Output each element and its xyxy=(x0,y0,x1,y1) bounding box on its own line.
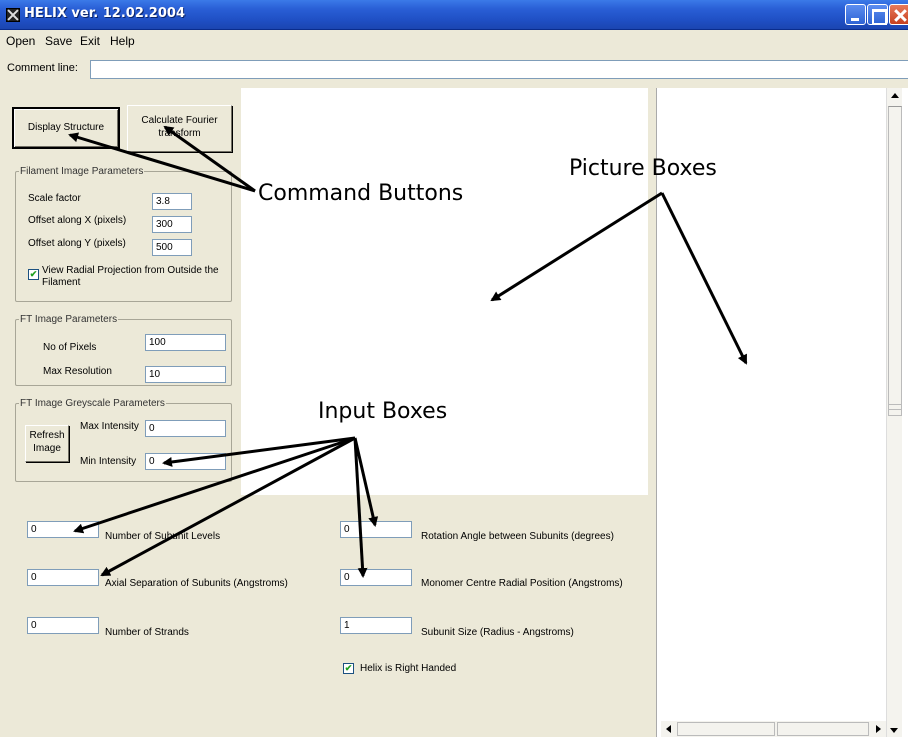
comment-line-input[interactable] xyxy=(90,60,908,79)
no-of-pixels-label: No of Pixels xyxy=(43,342,97,353)
menu-help[interactable]: Help xyxy=(110,34,135,48)
scroll-left-arrow-icon[interactable] xyxy=(661,721,677,737)
menu-open[interactable]: Open xyxy=(6,34,35,48)
max-intensity-label: Max Intensity xyxy=(80,421,139,432)
min-intensity-label: Min Intensity xyxy=(80,456,137,467)
offset-x-input[interactable]: 300 xyxy=(152,216,192,233)
horizontal-scroll-thumb[interactable] xyxy=(677,722,775,736)
offset-x-label: Offset along X (pixels) xyxy=(28,215,127,226)
vertical-scroll-thumb[interactable] xyxy=(888,404,902,410)
menu-exit[interactable]: Exit xyxy=(80,34,100,48)
filament-group-legend: Filament Image Parameters xyxy=(20,166,144,177)
scroll-right-arrow-icon[interactable] xyxy=(870,721,886,737)
radial-position-label: Monomer Centre Radial Position (Angstrom… xyxy=(421,578,623,589)
menu-save[interactable]: Save xyxy=(45,34,72,48)
app-icon xyxy=(6,8,20,22)
max-resolution-input[interactable]: 10 xyxy=(145,366,226,383)
vertical-scrollbar[interactable] xyxy=(886,88,902,737)
display-structure-label: Display Structure xyxy=(27,122,105,133)
close-button[interactable] xyxy=(889,4,908,25)
horizontal-scroll-track[interactable] xyxy=(777,722,869,736)
offset-y-label: Offset along Y (pixels) xyxy=(28,238,126,249)
scroll-up-arrow-icon[interactable] xyxy=(887,88,903,104)
right-handed-label: Helix is Right Handed xyxy=(360,663,457,674)
structure-picture-box[interactable] xyxy=(241,88,648,495)
fourier-picture-box[interactable] xyxy=(656,88,908,737)
number-of-strands-label: Number of Strands xyxy=(105,627,189,638)
no-of-pixels-input[interactable]: 100 xyxy=(145,334,226,351)
min-intensity-input[interactable]: 0 xyxy=(145,453,226,470)
max-resolution-label: Max Resolution xyxy=(43,366,112,377)
subunit-size-input[interactable]: 1 xyxy=(340,617,412,634)
offset-y-input[interactable]: 500 xyxy=(152,239,192,256)
subunit-levels-label: Number of Subunit Levels xyxy=(105,531,221,542)
minimize-button[interactable] xyxy=(845,4,866,25)
window-title: HELIX ver. 12.02.2004 xyxy=(24,6,185,21)
refresh-image-button[interactable]: Refresh Image xyxy=(25,425,69,462)
comment-line-label: Comment line: xyxy=(7,62,78,74)
command-buttons-annotation: Command Buttons xyxy=(258,181,464,206)
scroll-down-arrow-icon[interactable] xyxy=(886,722,902,737)
radial-projection-checkbox[interactable]: ✔ xyxy=(28,269,39,280)
ft-params-legend: FT Image Parameters xyxy=(20,314,118,325)
scale-factor-input[interactable]: 3.8 xyxy=(152,193,192,210)
title-bar[interactable]: HELIX ver. 12.02.2004 xyxy=(0,0,908,30)
helix-window: HELIX ver. 12.02.2004 Open Save Exit Hel… xyxy=(0,0,908,737)
vertical-scroll-track[interactable] xyxy=(888,106,902,416)
rotation-angle-label: Rotation Angle between Subunits (degrees… xyxy=(421,531,614,542)
right-handed-checkbox[interactable]: ✔ xyxy=(343,663,354,674)
maximize-button[interactable] xyxy=(867,4,888,25)
menu-bar: Open Save Exit Help xyxy=(0,30,908,52)
horizontal-scrollbar[interactable] xyxy=(661,721,886,737)
subunit-levels-input[interactable]: 0 xyxy=(27,521,99,538)
display-structure-button[interactable]: Display Structure xyxy=(12,107,120,149)
radial-projection-label: View Radial Projection from Outside the … xyxy=(42,265,219,288)
scale-factor-label: Scale factor xyxy=(28,193,81,204)
greyscale-legend: FT Image Greyscale Parameters xyxy=(20,398,165,409)
max-intensity-input[interactable]: 0 xyxy=(145,420,226,437)
radial-position-input[interactable]: 0 xyxy=(340,569,412,586)
number-of-strands-input[interactable]: 0 xyxy=(27,617,99,634)
axial-separation-input[interactable]: 0 xyxy=(27,569,99,586)
subunit-size-label: Subunit Size (Radius - Angstroms) xyxy=(421,627,574,638)
picture-boxes-annotation: Picture Boxes xyxy=(569,156,717,181)
input-boxes-annotation: Input Boxes xyxy=(318,399,448,424)
calculate-fourier-transform-button[interactable]: Calculate Fourier transform xyxy=(127,105,232,152)
rotation-angle-input[interactable]: 0 xyxy=(340,521,412,538)
axial-separation-label: Axial Separation of Subunits (Angstroms) xyxy=(105,578,288,589)
